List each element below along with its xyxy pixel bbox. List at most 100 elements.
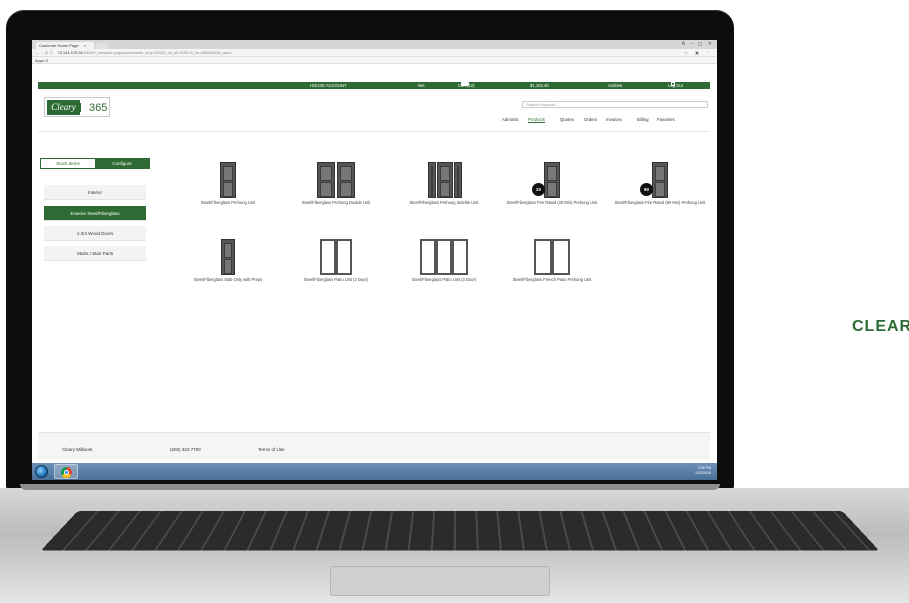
brand-text: CLEAR <box>852 318 909 335</box>
product-card[interactable]: Steel/Fiberglass French Patio Prehung Un… <box>504 235 600 282</box>
sidelite-icon <box>428 162 436 198</box>
product-card[interactable]: Steel/Fiberglass Patio Unit (2 Door) <box>288 235 384 282</box>
category-wood-doors[interactable]: 1-3/4 Wood Doors <box>44 226 146 241</box>
stock-items-button[interactable]: Stock Items <box>41 159 95 168</box>
tab-title: Customer Home Page <box>39 43 79 48</box>
nav-favorites[interactable]: Favorites <box>657 117 675 122</box>
logout-icon <box>671 82 675 86</box>
glass-panel-icon <box>336 239 352 275</box>
sidelite-icon <box>454 162 462 198</box>
laptop-keyboard <box>40 511 880 551</box>
browser-tab-strip: Customer Home Page × A – ◻ ✕ <box>32 40 717 49</box>
product-card[interactable]: Steel/Fiberglass Prehung Double Unit <box>288 158 384 205</box>
door-icon <box>337 162 355 198</box>
search-input[interactable]: Search Keyword... <box>522 101 708 108</box>
nav-quotes[interactable]: Quotes <box>560 117 574 122</box>
category-stairs[interactable]: Stairs / Stair Parts <box>44 246 146 261</box>
truck-icon <box>461 82 469 86</box>
product-card[interactable]: 90 Steel/Fiberglass Fire Rated (90 Min) … <box>612 158 708 205</box>
tab-close-icon[interactable]: × <box>84 43 86 48</box>
taskbar-chrome-button[interactable] <box>54 464 78 479</box>
user-name[interactable]: Andrew <box>608 82 622 89</box>
fire-door-image: 90 <box>612 158 708 198</box>
scene: CLEAR Customer Home Page × A – ◻ ✕ ← → C… <box>0 0 909 603</box>
net-link[interactable]: Net <box>418 82 425 89</box>
house-account-label: HOUSE ACCOUNT <box>310 83 347 88</box>
category-interior[interactable]: Interior <box>44 185 146 200</box>
product-label: Steel/Fiberglass Patio Unit (2 Door) <box>303 277 369 282</box>
url-path: :8484/?_session=ptguyzireyholeib_seq=500… <box>82 50 233 55</box>
browser-extension-icons[interactable]: ☆ ▣ ⋮ <box>684 49 713 56</box>
site-footer: Cleary Millwork (508) 324-7700 Terms of … <box>38 432 710 460</box>
sidelite-door-image <box>396 158 492 198</box>
product-card[interactable]: Steel/Fiberglass Patio Unit (3 Door) <box>396 235 492 282</box>
site-logo[interactable]: Cleary 365 <box>44 97 110 117</box>
patio-door-image <box>396 235 492 275</box>
door-image <box>180 158 276 198</box>
laptop-hinge <box>20 484 720 490</box>
slab-door-image <box>180 235 276 275</box>
nav-orders[interactable]: Orders <box>584 117 597 122</box>
clock-date: 1/25/2018 <box>695 471 711 475</box>
product-label: Steel/Fiberglass Fire Rated (90 Min) Pre… <box>614 200 706 205</box>
product-label: Steel/Fiberglass Slab Only with Preps <box>193 277 263 282</box>
door-icon <box>437 162 453 198</box>
nav-billing[interactable]: Billing <box>637 117 648 122</box>
browser-nav-icons[interactable]: ← → C ⓘ <box>35 50 53 55</box>
product-card[interactable]: Steel/Fiberglass Slab Only with Preps <box>180 235 276 282</box>
glass-panel-icon <box>420 239 436 275</box>
logo-divider <box>80 103 86 112</box>
product-label: Steel/Fiberglass Prehung Double Unit <box>301 200 371 205</box>
header-divider <box>38 131 710 132</box>
logo-365-text: 365 <box>89 102 108 114</box>
bookmarks-bar[interactable]: Apps G <box>32 57 717 64</box>
fire-door-image: 20 <box>504 158 600 198</box>
start-button[interactable] <box>35 465 48 478</box>
url-host: 75.144.175.50 <box>57 50 83 55</box>
cart-total: $1,102.40 <box>530 83 549 88</box>
site-top-bar: HOUSE ACCOUNT Net Cart (12) $1,102.40 An… <box>38 82 710 89</box>
address-bar[interactable]: ← → C ⓘ 75.144.175.50:8484/?_session=ptg… <box>32 49 717 57</box>
glass-panel-icon <box>436 239 452 275</box>
window-controls[interactable]: A – ◻ ✕ <box>682 41 714 47</box>
main-nav: Administ Products Quotes Orders Invoices… <box>502 117 712 124</box>
product-card[interactable]: Steel/Fiberglass Prehung Sidelite Unit <box>396 158 492 205</box>
glass-panel-icon <box>534 239 552 275</box>
laptop-display: Customer Home Page × A – ◻ ✕ ← → C ⓘ 75.… <box>32 40 717 480</box>
french-patio-door-image <box>504 235 600 275</box>
patio-door-image <box>288 235 384 275</box>
category-exterior-steel-fiberglass[interactable]: Exterior Steel/Fiberglass <box>44 206 146 221</box>
glass-panel-icon <box>320 239 336 275</box>
product-label: Steel/Fiberglass Prehung Unit <box>200 200 256 205</box>
door-icon <box>652 162 668 198</box>
door-icon <box>221 239 235 275</box>
double-door-image <box>288 158 384 198</box>
nav-administ[interactable]: Administ <box>502 117 518 122</box>
door-icon <box>220 162 236 198</box>
footer-company: Cleary Millwork <box>62 447 93 452</box>
door-icon <box>317 162 335 198</box>
glass-panel-icon <box>552 239 570 275</box>
fire-rating-badge: 90 <box>640 183 653 196</box>
fire-rating-badge: 20 <box>532 183 545 196</box>
product-card[interactable]: 20 Steel/Fiberglass Fire Rated (20 Min) … <box>504 158 600 205</box>
door-icon <box>544 162 560 198</box>
browser-tab[interactable]: Customer Home Page × <box>36 42 94 49</box>
stock-configure-toggle: Stock Items Configure <box>40 158 150 169</box>
chrome-icon <box>61 466 72 478</box>
nav-products[interactable]: Products <box>528 117 545 122</box>
os-taskbar: 2:46 PM 1/25/2018 <box>32 463 717 480</box>
configure-button[interactable]: Configure <box>95 159 149 168</box>
product-label: Steel/Fiberglass French Patio Prehung Un… <box>512 277 592 282</box>
footer-terms-link[interactable]: Terms of Use <box>258 447 285 452</box>
system-clock[interactable]: 2:46 PM 1/25/2018 <box>695 466 711 476</box>
product-label: Steel/Fiberglass Prehung Sidelite Unit <box>409 200 479 205</box>
logo-cleary-text: Cleary <box>47 100 80 115</box>
nav-invoices[interactable]: Invoices <box>606 117 622 122</box>
glass-panel-icon <box>452 239 468 275</box>
product-label: Steel/Fiberglass Patio Unit (3 Door) <box>411 277 477 282</box>
product-card[interactable]: Steel/Fiberglass Prehung Unit <box>180 158 276 205</box>
footer-phone: (508) 324-7700 <box>170 447 201 452</box>
product-label: Steel/Fiberglass Fire Rated (20 Min) Pre… <box>506 200 598 205</box>
laptop-trackpad <box>330 566 550 596</box>
